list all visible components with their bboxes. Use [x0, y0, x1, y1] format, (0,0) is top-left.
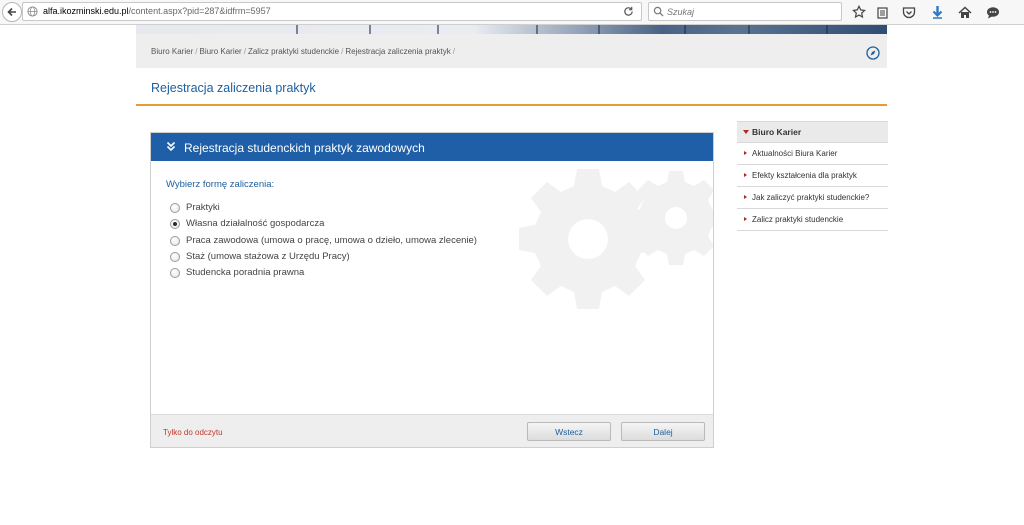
breadcrumb-separator: /: [195, 47, 198, 56]
sidebar-item-efekty[interactable]: Efekty kształcenia dla praktyk: [737, 165, 888, 187]
sidebar-nav: Biuro Karier Aktualności Biura Karier Ef…: [737, 121, 888, 231]
sidebar-item-label: Aktualności Biura Karier: [752, 149, 838, 158]
title-divider: [136, 104, 887, 106]
url-path: /content.aspx?pid=287&idfrm=5957: [128, 6, 271, 16]
option-label: Staż (umowa stażowa z Urzędu Pracy): [186, 251, 350, 262]
home-button[interactable]: [955, 2, 975, 22]
option-poradnia-prawna[interactable]: Studencka poradnia prawna: [170, 266, 304, 279]
home-icon: [958, 5, 972, 18]
breadcrumb-separator: /: [341, 47, 344, 56]
radio-button[interactable]: [170, 202, 180, 213]
radio-button[interactable]: [170, 251, 180, 262]
breadcrumb-separator: /: [243, 47, 246, 56]
registration-panel: Rejestracja studenckich praktyk zawodowy…: [150, 132, 714, 448]
option-staz[interactable]: Staż (umowa stażowa z Urzędu Pracy): [170, 250, 350, 263]
panel-footer: Tylko do odczytu Wstecz Dalej: [151, 414, 713, 447]
reload-icon: [623, 6, 633, 16]
pocket-icon: [902, 6, 916, 18]
sidebar-header-label: Biuro Karier: [752, 127, 802, 137]
sidebar-item-label: Zalicz praktyki studenckie: [752, 215, 844, 224]
bookmark-button[interactable]: [849, 2, 869, 22]
back-button[interactable]: [2, 2, 22, 22]
panel-header: Rejestracja studenckich praktyk zawodowy…: [151, 133, 713, 161]
breadcrumb-item[interactable]: Biuro Karier: [199, 47, 241, 56]
sidebar-header[interactable]: Biuro Karier: [737, 121, 888, 143]
sidebar-item-jak-zaliczyc[interactable]: Jak zaliczyć praktyki studenckie?: [737, 187, 888, 209]
browser-search-box[interactable]: [648, 2, 842, 21]
option-praktyki[interactable]: Praktyki: [170, 201, 220, 214]
reload-button[interactable]: [619, 3, 637, 20]
chat-icon: [987, 6, 999, 18]
gear-watermark-icon: [519, 169, 713, 309]
option-label: Własna działalność gospodarcza: [186, 218, 325, 229]
back-button-form[interactable]: Wstecz: [527, 422, 611, 441]
page-title: Rejestracja zaliczenia praktyk: [151, 81, 316, 95]
triangle-right-icon: [744, 173, 747, 177]
url-domain: alfa.ikozminski.edu.pl: [43, 6, 129, 16]
reading-list-icon: [876, 6, 888, 19]
globe-icon: [27, 6, 38, 17]
form-label: Wybierz formę zaliczenia:: [166, 179, 275, 190]
triangle-right-icon: [744, 217, 747, 221]
option-label: Praktyki: [186, 202, 220, 213]
sidebar-item-aktualnosci[interactable]: Aktualności Biura Karier: [737, 143, 888, 165]
radio-button[interactable]: [170, 267, 180, 278]
triangle-right-icon: [744, 195, 747, 199]
readonly-note: Tylko do odczytu: [163, 428, 223, 437]
option-label: Studencka poradnia prawna: [186, 267, 305, 278]
triangle-right-icon: [744, 151, 747, 155]
compass-icon[interactable]: [866, 46, 880, 60]
breadcrumb-bar: Biuro Karier / Biuro Karier / Zalicz praktyk…: [136, 34, 887, 68]
reading-list-button[interactable]: [872, 2, 892, 22]
header-banner-image: [136, 25, 887, 34]
pocket-button[interactable]: [899, 2, 919, 22]
search-icon: [653, 6, 664, 17]
browser-toolbar: alfa.ikozminski.edu.pl/content.aspx?pid=…: [0, 0, 1024, 25]
next-button[interactable]: Dalej: [621, 422, 705, 441]
option-praca-zawodowa[interactable]: Praca zawodowa (umowa o pracę, umowa o d…: [170, 234, 477, 247]
option-label: Praca zawodowa (umowa o pracę, umowa o d…: [186, 235, 477, 246]
double-chevron-down-icon: [166, 141, 176, 152]
download-button[interactable]: [927, 2, 947, 22]
panel-title: Rejestracja studenckich praktyk zawodowy…: [184, 141, 425, 155]
breadcrumb-item[interactable]: Biuro Karier: [151, 47, 193, 56]
breadcrumb-item-current: Rejestracja zaliczenia praktyk: [345, 47, 451, 56]
triangle-down-icon: [743, 130, 749, 134]
sidebar-item-label: Efekty kształcenia dla praktyk: [752, 171, 857, 180]
browser-search-input[interactable]: [667, 5, 837, 18]
breadcrumb: Biuro Karier / Biuro Karier / Zalicz praktyk…: [151, 47, 457, 56]
breadcrumb-item[interactable]: Zalicz praktyki studenckie: [248, 47, 339, 56]
radio-button[interactable]: [170, 235, 180, 246]
option-wlasna-dzialalnosc[interactable]: Własna działalność gospodarcza: [170, 217, 324, 230]
bookmark-star-icon: [852, 5, 866, 19]
sidebar-item-label: Jak zaliczyć praktyki studenckie?: [752, 193, 870, 202]
back-arrow-icon: [7, 7, 16, 17]
sidebar-item-zalicz[interactable]: Zalicz praktyki studenckie: [737, 209, 888, 231]
chat-button[interactable]: [983, 2, 1003, 22]
breadcrumb-separator: /: [452, 47, 455, 56]
radio-button-selected[interactable]: [170, 218, 180, 229]
address-bar[interactable]: alfa.ikozminski.edu.pl/content.aspx?pid=…: [22, 2, 642, 21]
download-icon: [932, 6, 942, 19]
